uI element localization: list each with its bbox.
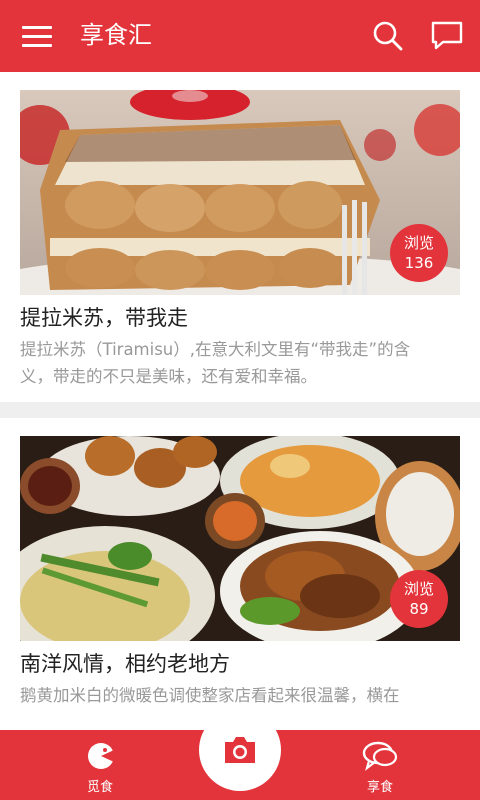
- chat-bubbles-icon: [362, 741, 398, 771]
- post-title[interactable]: 提拉米苏，带我走: [20, 302, 188, 332]
- nanyang-food-image[interactable]: 浏览 89: [20, 436, 460, 641]
- chat-bubble-icon[interactable]: [430, 20, 466, 52]
- tiramisu-image[interactable]: 浏览 136: [20, 90, 460, 295]
- camera-icon: [225, 737, 255, 763]
- tab-xiangshi[interactable]: 享食: [320, 730, 440, 800]
- tab-label: 享食: [366, 780, 393, 795]
- post-card[interactable]: 浏览 89 南洋风情，相约老地方 鹅黄加米白的微暖色调使整家店看起来很温馨，横在: [0, 418, 480, 730]
- menu-icon[interactable]: [22, 22, 52, 50]
- post-card[interactable]: 浏览 136 提拉米苏，带我走 提拉米苏（Tiramisu）,在意大利文里有“带…: [0, 72, 480, 402]
- description-line: 鹅黄加米白的微暖色调使整家店看起来很温馨，横在: [20, 686, 400, 705]
- tab-label: 觅食: [86, 780, 113, 795]
- post-feed[interactable]: 浏览 136 提拉米苏，带我走 提拉米苏（Tiramisu）,在意大利文里有“带…: [0, 72, 480, 730]
- camera-button[interactable]: [199, 709, 281, 791]
- description-line: 提拉米苏（Tiramisu）,在意大利文里有“带我走”的含: [20, 340, 411, 359]
- post-description: 鹅黄加米白的微暖色调使整家店看起来很温馨，横在: [20, 682, 460, 709]
- post-description: 提拉米苏（Tiramisu）,在意大利文里有“带我走”的含 义，带走的不只是美味…: [20, 336, 460, 390]
- views-label: 浏览: [403, 234, 434, 252]
- views-badge: 浏览 89: [390, 570, 448, 628]
- post-title[interactable]: 南洋风情，相约老地方: [20, 648, 230, 678]
- views-label: 浏览: [403, 580, 434, 598]
- search-icon[interactable]: [372, 20, 404, 52]
- description-line: 义，带走的不只是美味，还有爱和幸福。: [20, 367, 317, 386]
- views-count: 136: [404, 254, 434, 272]
- pie-chart-icon: [88, 743, 116, 769]
- views-count: 89: [409, 600, 429, 618]
- app-title: 享食汇: [80, 21, 152, 49]
- tab-mishi[interactable]: 觅食: [40, 730, 160, 800]
- app-bar: 享食汇: [0, 0, 480, 72]
- views-badge: 浏览 136: [390, 224, 448, 282]
